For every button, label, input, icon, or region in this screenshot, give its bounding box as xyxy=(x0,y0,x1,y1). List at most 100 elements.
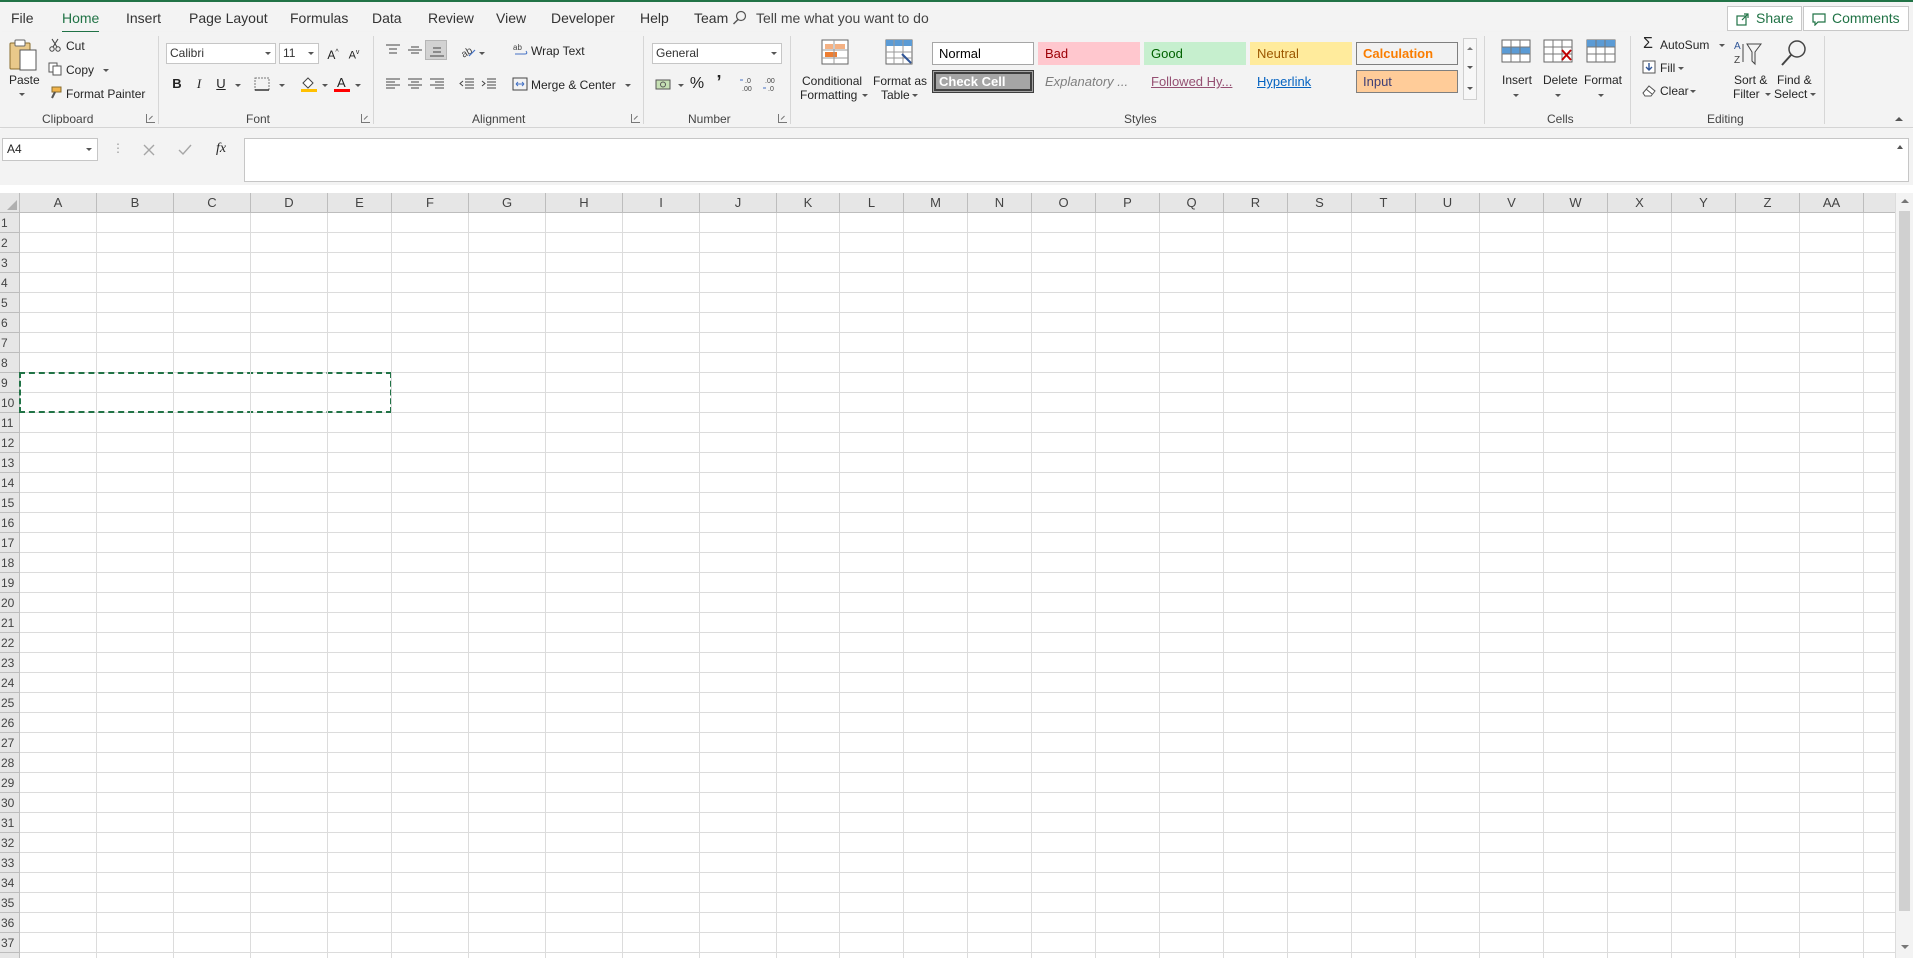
scroll-thumb[interactable] xyxy=(1899,211,1910,911)
column-header-h[interactable]: H xyxy=(546,193,623,213)
column-header-w[interactable]: W xyxy=(1544,193,1608,213)
grow-font-icon[interactable]: A^ xyxy=(323,43,343,63)
tab-insert[interactable]: Insert xyxy=(126,8,161,28)
styles-gallery-scroll[interactable] xyxy=(1463,38,1477,100)
bottom-align-button[interactable] xyxy=(425,40,447,60)
tab-review[interactable]: Review xyxy=(428,8,474,28)
column-header-q[interactable]: Q xyxy=(1160,193,1224,213)
cell-style-input[interactable]: Input xyxy=(1356,70,1458,93)
formula-input[interactable] xyxy=(244,138,1909,182)
cell-style-good[interactable]: Good xyxy=(1144,42,1246,65)
italic-button[interactable]: I xyxy=(189,74,209,94)
font-color-icon[interactable]: A xyxy=(333,75,351,92)
column-header-r[interactable]: R xyxy=(1224,193,1288,213)
row-header-21[interactable]: 21 xyxy=(0,613,20,633)
row-header-29[interactable]: 29 xyxy=(0,773,20,793)
row-header-33[interactable]: 33 xyxy=(0,853,20,873)
select-all-button[interactable] xyxy=(0,193,20,213)
column-header-d[interactable]: D xyxy=(251,193,328,213)
name-box[interactable]: A4 xyxy=(2,138,98,161)
orientation-icon[interactable]: ab xyxy=(459,42,477,58)
cell-style-check-cell[interactable]: Check Cell xyxy=(932,70,1034,93)
decrease-decimal-icon[interactable]: .00.0 xyxy=(762,76,780,92)
cell-area[interactable] xyxy=(19,213,1895,958)
tab-view[interactable]: View xyxy=(496,8,526,28)
row-header-1[interactable]: 1 xyxy=(0,213,20,233)
row-header-28[interactable]: 28 xyxy=(0,753,20,773)
row-header-25[interactable]: 25 xyxy=(0,693,20,713)
number-launcher-icon[interactable] xyxy=(778,114,787,123)
gallery-more-icon[interactable] xyxy=(1467,87,1473,90)
font-size-select[interactable]: 11 xyxy=(279,43,319,64)
row-header-37[interactable]: 37 xyxy=(0,933,20,953)
column-header-y[interactable]: Y xyxy=(1672,193,1736,213)
row-header-11[interactable]: 11 xyxy=(0,413,20,433)
fill-color-icon[interactable] xyxy=(300,75,318,92)
underline-dropdown-icon[interactable] xyxy=(235,84,241,87)
column-header-a[interactable]: A xyxy=(20,193,97,213)
cancel-formula-icon[interactable] xyxy=(142,143,156,157)
increase-indent-icon[interactable] xyxy=(481,78,497,90)
cell-style-hyperlink[interactable]: Hyperlink xyxy=(1250,70,1352,93)
row-header-24[interactable]: 24 xyxy=(0,673,20,693)
column-header-x[interactable]: X xyxy=(1608,193,1672,213)
row-header-16[interactable]: 16 xyxy=(0,513,20,533)
scroll-down-icon[interactable] xyxy=(1901,945,1909,949)
align-center-icon[interactable] xyxy=(407,78,423,90)
row-header-20[interactable]: 20 xyxy=(0,593,20,613)
column-header-f[interactable]: F xyxy=(392,193,469,213)
top-align-icon[interactable] xyxy=(385,44,401,56)
row-header-23[interactable]: 23 xyxy=(0,653,20,673)
accounting-format-icon[interactable] xyxy=(655,77,673,91)
orientation-dropdown-icon[interactable] xyxy=(479,52,485,55)
row-header-27[interactable]: 27 xyxy=(0,733,20,753)
more-options-icon[interactable]: ⋮ xyxy=(112,141,124,155)
expand-formula-icon[interactable] xyxy=(1897,145,1903,149)
column-header-b[interactable]: B xyxy=(97,193,174,213)
row-header-36[interactable]: 36 xyxy=(0,913,20,933)
cell-style-calculation[interactable]: Calculation xyxy=(1356,42,1458,65)
font-color-dropdown-icon[interactable] xyxy=(355,84,361,87)
clipboard-launcher-icon[interactable] xyxy=(146,114,155,123)
number-format-select[interactable]: General xyxy=(652,43,782,64)
insert-function-button[interactable]: fx xyxy=(216,142,226,156)
column-header-t[interactable]: T xyxy=(1352,193,1416,213)
decrease-indent-icon[interactable] xyxy=(459,78,475,90)
tab-help[interactable]: Help xyxy=(640,8,669,28)
borders-icon[interactable] xyxy=(254,77,270,91)
align-right-icon[interactable] xyxy=(429,78,445,90)
bold-button[interactable]: B xyxy=(167,74,187,94)
confirm-formula-icon[interactable] xyxy=(178,143,192,157)
scroll-up-icon[interactable] xyxy=(1901,199,1909,203)
row-header-22[interactable]: 22 xyxy=(0,633,20,653)
row-header-32[interactable]: 32 xyxy=(0,833,20,853)
row-header-26[interactable]: 26 xyxy=(0,713,20,733)
cell-style-neutral[interactable]: Neutral xyxy=(1250,42,1352,65)
font-launcher-icon[interactable] xyxy=(361,114,370,123)
row-header-7[interactable]: 7 xyxy=(0,333,20,353)
column-header-e[interactable]: E xyxy=(328,193,392,213)
row-header-4[interactable]: 4 xyxy=(0,273,20,293)
row-header-13[interactable]: 13 xyxy=(0,453,20,473)
collapse-ribbon-icon[interactable] xyxy=(1895,117,1903,121)
share-button[interactable]: Share xyxy=(1727,6,1803,31)
percent-button[interactable]: % xyxy=(687,74,707,94)
fill-color-dropdown-icon[interactable] xyxy=(322,84,328,87)
row-header-17[interactable]: 17 xyxy=(0,533,20,553)
row-header-10[interactable]: 10 xyxy=(0,393,20,413)
row-header-12[interactable]: 12 xyxy=(0,433,20,453)
column-header-aa[interactable]: AA xyxy=(1800,193,1864,213)
column-header-i[interactable]: I xyxy=(623,193,700,213)
gallery-up-icon[interactable] xyxy=(1467,47,1473,50)
row-header-18[interactable]: 18 xyxy=(0,553,20,573)
row-header-15[interactable]: 15 xyxy=(0,493,20,513)
borders-dropdown-icon[interactable] xyxy=(279,84,285,87)
column-header-n[interactable]: N xyxy=(968,193,1032,213)
increase-decimal-icon[interactable]: .0.00 xyxy=(739,76,757,92)
column-header-v[interactable]: V xyxy=(1480,193,1544,213)
row-header-30[interactable]: 30 xyxy=(0,793,20,813)
row-header-5[interactable]: 5 xyxy=(0,293,20,313)
tab-page-layout[interactable]: Page Layout xyxy=(189,8,268,28)
shrink-font-icon[interactable]: Av xyxy=(344,43,364,63)
column-header-o[interactable]: O xyxy=(1032,193,1096,213)
